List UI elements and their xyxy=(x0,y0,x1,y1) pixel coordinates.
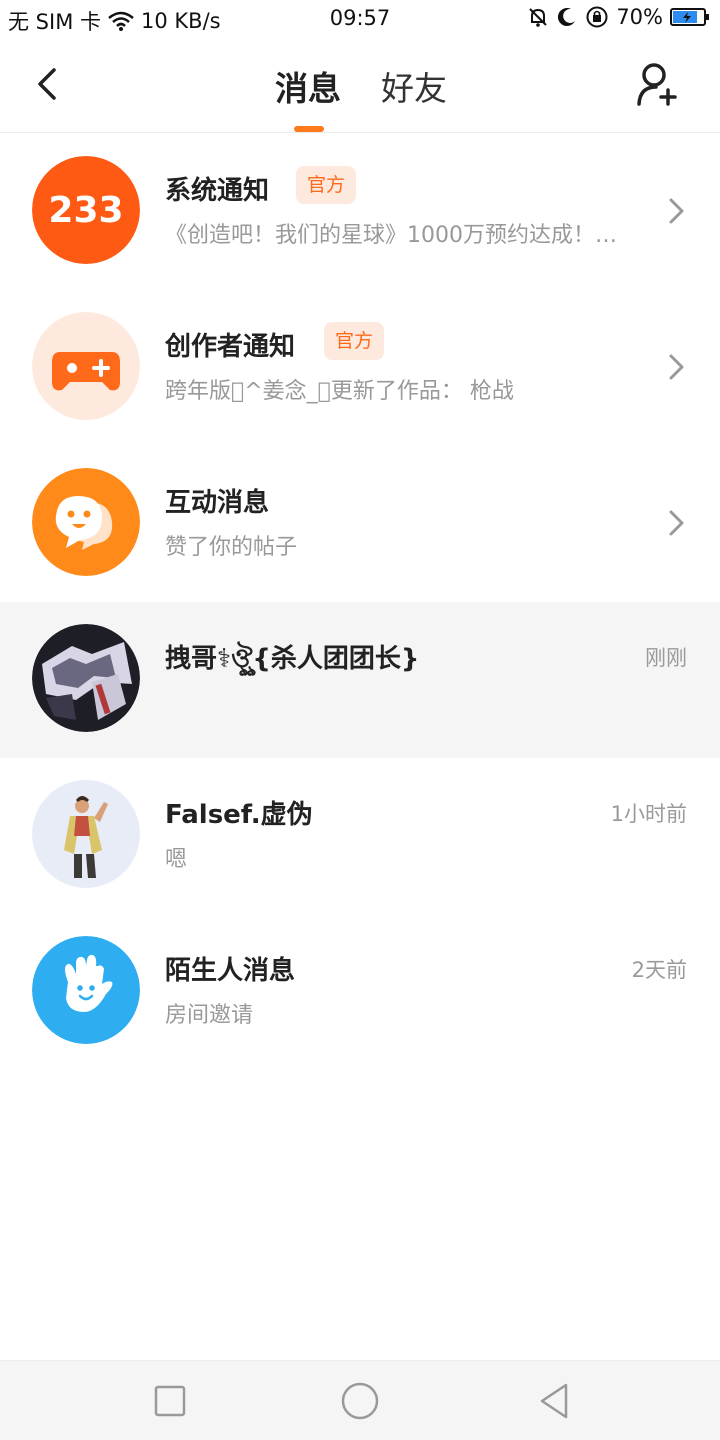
nav-bar: 消息 好友 xyxy=(0,40,720,133)
back-button[interactable] xyxy=(30,64,66,104)
item-title: 系统通知 xyxy=(165,176,270,206)
avatar-user-photo xyxy=(32,624,140,732)
item-time: 刚刚 xyxy=(645,646,687,670)
item-subtitle: 赞了你的帖子 xyxy=(165,535,298,560)
battery-icon xyxy=(670,7,710,27)
avatar-chat-bubble xyxy=(32,468,140,576)
list-item-interaction[interactable]: 互动消息 赞了你的帖子 xyxy=(0,446,720,602)
avatar-gamepad xyxy=(32,312,140,420)
official-badge: 官方 xyxy=(296,166,357,204)
circle-icon xyxy=(341,1382,379,1420)
avatar-hand-wave xyxy=(32,936,140,1044)
avatar-233-logo: 233 xyxy=(32,156,140,264)
message-list: 233 系统通知 官方 《创造吧！我们的星球》1000万预约达成！… 创作者通知… xyxy=(0,134,720,1070)
chevron-right-icon xyxy=(669,510,684,536)
add-person-icon xyxy=(637,63,677,106)
add-friend-button[interactable] xyxy=(636,60,680,108)
list-item-chat-user[interactable]: 拽哥⚕ঔৣ {杀人团团长} 刚刚 xyxy=(0,602,720,758)
back-system-button[interactable] xyxy=(534,1381,574,1421)
chevron-right-icon xyxy=(669,354,684,380)
item-title: 拽哥⚕ঔৣ {杀人团团长} xyxy=(165,644,420,674)
chevron-left-icon xyxy=(38,68,56,100)
item-time: 2天前 xyxy=(631,958,687,982)
list-item-chat-falsef[interactable]: Falsef.虚伪 嗯 1小时前 xyxy=(0,758,720,914)
item-subtitle: 房间邀请 xyxy=(165,1003,254,1028)
chevron-right-icon xyxy=(669,198,684,224)
item-subtitle: 嗯 xyxy=(165,847,188,872)
clock-text: 09:57 xyxy=(329,6,391,30)
list-item-strangers[interactable]: 陌生人消息 房间邀请 2天前 xyxy=(0,914,720,1070)
avatar-233-text: 233 xyxy=(48,190,123,231)
system-nav-bar xyxy=(0,1360,720,1440)
status-bar: 无 SIM 卡 10 KB/s 09:57 70% xyxy=(0,0,720,38)
list-item-system-notice[interactable]: 233 系统通知 官方 《创造吧！我们的星球》1000万预约达成！… xyxy=(0,134,720,290)
moon-icon xyxy=(556,6,578,28)
item-title: Falsef.虚伪 xyxy=(165,800,313,830)
tab-messages[interactable]: 消息 xyxy=(275,62,341,110)
avatar-character xyxy=(32,780,140,888)
battery-percent-text: 70% xyxy=(616,5,663,29)
item-title: 创作者通知 xyxy=(165,332,296,362)
triangle-back-icon xyxy=(540,1383,568,1419)
tab-friends[interactable]: 好友 xyxy=(381,62,447,110)
recent-apps-button[interactable] xyxy=(150,1381,190,1421)
item-subtitle: 跨年版 ^姜念_ 更新了作品： 枪战 xyxy=(165,379,514,404)
bell-mute-icon xyxy=(527,6,549,28)
item-subtitle: 《创造吧！我们的星球》1000万预约达成！… xyxy=(165,223,617,248)
tab-active-indicator xyxy=(294,126,324,132)
item-time: 1小时前 xyxy=(610,802,687,826)
list-item-creator-notice[interactable]: 创作者通知 官方 跨年版 ^姜念_ 更新了作品： 枪战 xyxy=(0,290,720,446)
official-badge: 官方 xyxy=(324,322,385,360)
square-icon xyxy=(154,1385,186,1417)
home-button[interactable] xyxy=(340,1381,380,1421)
rotation-lock-icon xyxy=(585,5,609,29)
item-title: 陌生人消息 xyxy=(165,956,296,986)
item-title: 互动消息 xyxy=(165,488,270,518)
